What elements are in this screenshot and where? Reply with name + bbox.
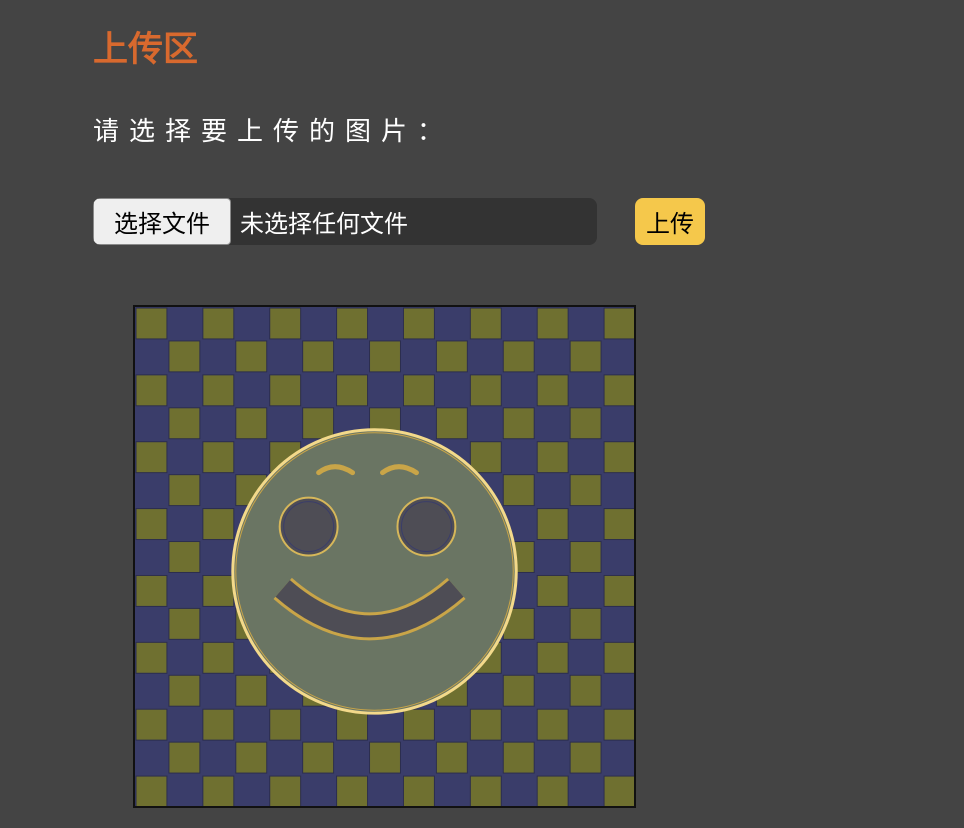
section-title: 上传区 — [93, 30, 199, 70]
upload-prompt: 请选择要上传的图片： — [93, 117, 454, 147]
right-eye-icon — [396, 496, 457, 557]
left-eye-icon — [278, 496, 339, 557]
upload-page: 上传区 请选择要上传的图片： 选择文件 未选择任何文件 上传 — [0, 0, 964, 828]
choose-file-button[interactable]: 选择文件 — [93, 198, 231, 245]
upload-button[interactable]: 上传 — [635, 198, 705, 245]
smiley-face-icon — [231, 428, 518, 715]
file-status-text: 未选择任何文件 — [240, 210, 408, 238]
file-input[interactable]: 选择文件 未选择任何文件 — [93, 198, 597, 245]
smiley-face-image — [135, 307, 634, 806]
image-preview — [133, 305, 636, 808]
